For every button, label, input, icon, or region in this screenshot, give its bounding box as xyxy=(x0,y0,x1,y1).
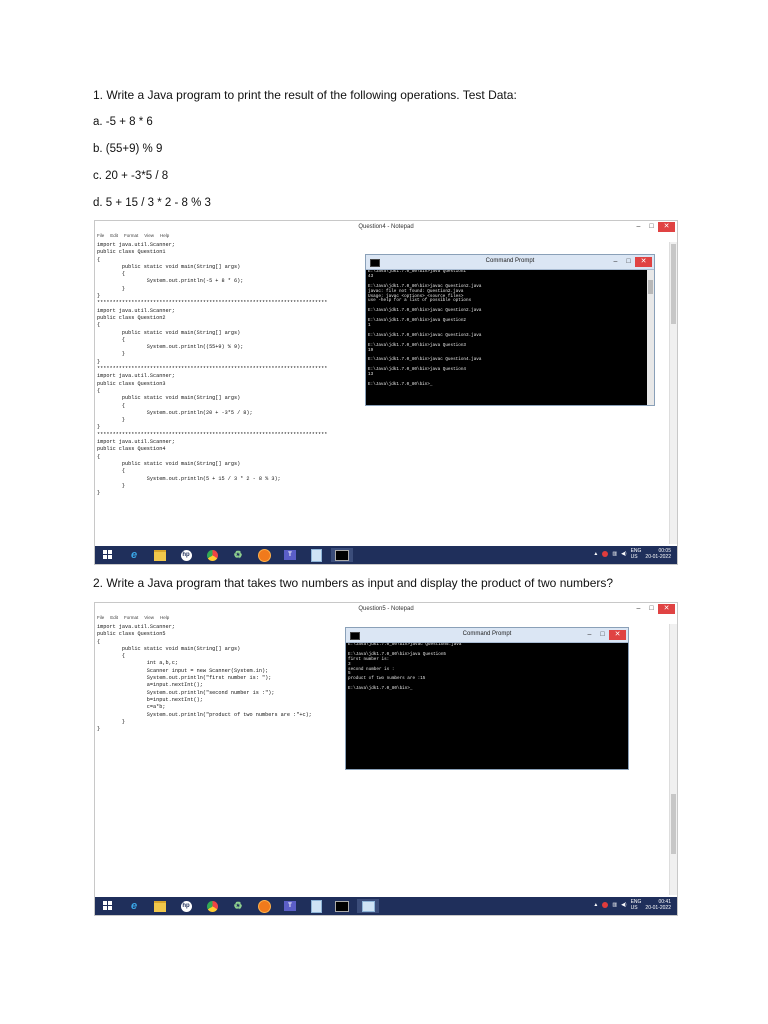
firefox-icon[interactable] xyxy=(253,899,275,913)
test-item-d: d. 5 + 15 / 3 * 2 - 8 % 3 xyxy=(93,197,211,209)
notepad-titlebar: Question5 - Notepad – □ ✕ xyxy=(95,603,677,616)
recycle-icon[interactable]: ♻ xyxy=(227,548,249,562)
notepad-icon[interactable] xyxy=(305,899,327,913)
notepad-icon[interactable] xyxy=(305,548,327,562)
screenshot-1: Question4 - Notepad – □ ✕ File Edit Form… xyxy=(94,220,678,565)
taskbar-icons: e hp ♻ T xyxy=(97,548,353,562)
windows-start-icon[interactable] xyxy=(97,899,119,913)
notepad-title: Question5 - Notepad xyxy=(358,606,414,612)
notepad-icon[interactable] xyxy=(357,899,379,913)
taskbar: e hp ♻ T ▲ ▥ ◀) ENG US 00:41 20-01-2022 xyxy=(95,897,677,915)
cmd-output[interactable]: E:\Java\jdk1.7.0_80\bin>java Question1 4… xyxy=(368,270,646,405)
cmd-output[interactable]: E:\Java\jdk1.7.0_80\bin>javac Question5.… xyxy=(348,643,620,769)
clock[interactable]: 00:05 20-01-2022 xyxy=(645,548,671,560)
scroll-thumb[interactable] xyxy=(671,794,676,854)
close-icon[interactable]: ✕ xyxy=(609,630,626,640)
system-tray: ▲ ▥ ◀) ENG US 00:41 20-01-2022 xyxy=(593,899,671,911)
minimize-icon[interactable]: – xyxy=(632,604,645,614)
region: US xyxy=(630,554,638,560)
cmd-window-controls: – □ ✕ xyxy=(609,257,652,267)
taskbar-icons: e hp ♻ T xyxy=(97,899,379,913)
notepad-menubar: File Edit Format View Help xyxy=(95,233,169,242)
recycle-icon[interactable]: ♻ xyxy=(227,899,249,913)
chevron-up-icon[interactable]: ▲ xyxy=(593,902,598,908)
hp-icon[interactable]: hp xyxy=(175,899,197,913)
cmd-text: E:\Java\jdk1.7.0_80\bin>java Question1 4… xyxy=(368,270,482,387)
security-icon[interactable] xyxy=(602,902,609,908)
menu-file[interactable]: File xyxy=(97,615,104,624)
security-icon[interactable] xyxy=(602,551,609,557)
cmd-window-controls: – □ ✕ xyxy=(583,630,626,640)
network-icon[interactable]: ▥ xyxy=(612,551,617,557)
menu-help[interactable]: Help xyxy=(160,615,169,624)
hp-icon[interactable]: hp xyxy=(175,548,197,562)
maximize-icon[interactable]: □ xyxy=(622,257,635,267)
internet-explorer-icon[interactable]: e xyxy=(123,548,145,562)
file-explorer-icon[interactable] xyxy=(149,899,171,913)
firefox-icon[interactable] xyxy=(253,548,275,562)
notepad-title: Question4 - Notepad xyxy=(358,224,414,230)
menu-view[interactable]: View xyxy=(144,615,154,624)
window-controls: – □ ✕ xyxy=(632,222,675,232)
language-indicator[interactable]: ENG US xyxy=(631,899,642,911)
volume-icon[interactable]: ◀) xyxy=(621,902,627,908)
maximize-icon[interactable]: □ xyxy=(645,222,658,232)
minimize-icon[interactable]: – xyxy=(632,222,645,232)
system-tray: ▲ ▥ ◀) ENG US 00:05 20-01-2022 xyxy=(593,548,671,560)
menu-help[interactable]: Help xyxy=(160,233,169,242)
cmd-icon[interactable] xyxy=(331,899,353,913)
volume-icon[interactable]: ◀) xyxy=(621,551,627,557)
menu-edit[interactable]: Edit xyxy=(110,233,118,242)
maximize-icon[interactable]: □ xyxy=(596,630,609,640)
menu-file[interactable]: File xyxy=(97,233,104,242)
close-icon[interactable]: ✕ xyxy=(635,257,652,267)
region: US xyxy=(630,905,638,911)
language-indicator[interactable]: ENG US xyxy=(631,548,642,560)
maximize-icon[interactable]: □ xyxy=(645,604,658,614)
windows-start-icon[interactable] xyxy=(97,548,119,562)
menu-view[interactable]: View xyxy=(144,233,154,242)
notepad-scrollbar[interactable] xyxy=(669,624,677,895)
window-controls: – □ ✕ xyxy=(632,604,675,614)
test-item-b: b. (55+9) % 9 xyxy=(93,143,163,155)
network-icon[interactable]: ▥ xyxy=(612,902,617,908)
internet-explorer-icon[interactable]: e xyxy=(123,899,145,913)
command-prompt-window: Command Prompt – □ ✕ E:\Java\jdk1.7.0_80… xyxy=(365,254,655,406)
question-2: 2. Write a Java program that takes two n… xyxy=(93,576,614,590)
taskbar: e hp ♻ T ▲ ▥ ◀) ENG US 00:05 20-01-2022 xyxy=(95,546,677,564)
notepad-menubar: File Edit Format View Help xyxy=(95,615,169,624)
cmd-titlebar: Command Prompt – □ ✕ xyxy=(366,255,654,270)
minimize-icon[interactable]: – xyxy=(609,257,622,267)
cmd-text: E:\Java\jdk1.7.0_80\bin>javac Question5.… xyxy=(348,643,462,692)
test-item-a: a. -5 + 8 * 6 xyxy=(93,116,153,128)
scroll-thumb[interactable] xyxy=(648,280,653,294)
close-icon[interactable]: ✕ xyxy=(658,604,675,614)
clock[interactable]: 00:41 20-01-2022 xyxy=(645,899,671,911)
date: 20-01-2022 xyxy=(645,905,671,911)
screenshot-2: Question5 - Notepad – □ ✕ File Edit Form… xyxy=(94,602,678,916)
test-item-c: c. 20 + -3*5 / 8 xyxy=(93,170,169,182)
cmd-titlebar: Command Prompt – □ ✕ xyxy=(346,628,628,643)
date: 20-01-2022 xyxy=(645,554,671,560)
menu-format[interactable]: Format xyxy=(124,615,138,624)
question-1: 1. Write a Java program to print the res… xyxy=(93,88,517,102)
notepad-scrollbar[interactable] xyxy=(669,242,677,544)
command-prompt-window: Command Prompt – □ ✕ E:\Java\jdk1.7.0_80… xyxy=(345,627,629,770)
close-icon[interactable]: ✕ xyxy=(658,222,675,232)
chevron-up-icon[interactable]: ▲ xyxy=(593,551,598,557)
teams-icon[interactable]: T xyxy=(279,899,301,913)
file-explorer-icon[interactable] xyxy=(149,548,171,562)
menu-format[interactable]: Format xyxy=(124,233,138,242)
menu-edit[interactable]: Edit xyxy=(110,615,118,624)
notepad-titlebar: Question4 - Notepad – □ ✕ xyxy=(95,221,677,234)
teams-icon[interactable]: T xyxy=(279,548,301,562)
cmd-icon[interactable] xyxy=(331,548,353,562)
scroll-thumb[interactable] xyxy=(671,244,676,324)
minimize-icon[interactable]: – xyxy=(583,630,596,640)
chrome-icon[interactable] xyxy=(201,548,223,562)
chrome-icon[interactable] xyxy=(201,899,223,913)
cmd-scrollbar[interactable] xyxy=(647,270,654,405)
